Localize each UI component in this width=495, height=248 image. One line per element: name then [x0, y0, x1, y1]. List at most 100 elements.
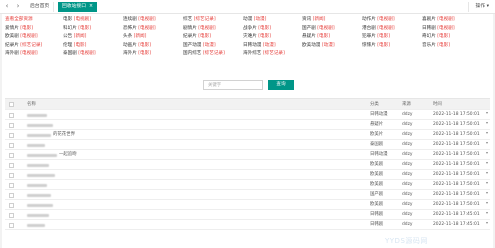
row-category: 悬疑片: [370, 122, 384, 127]
row-checkbox[interactable]: [9, 142, 14, 148]
operations-menu[interactable]: 操作 ▾: [468, 2, 489, 12]
row-time: 2022-11-18 17:50:01: [433, 192, 480, 197]
category-link[interactable]: 泰国剧 [电视剧]: [63, 50, 96, 59]
chevron-down-icon[interactable]: ▾: [486, 130, 488, 135]
chevron-down-icon[interactable]: ▾: [486, 150, 488, 155]
category-link[interactable]: 恐怖片 [电视剧]: [123, 25, 156, 34]
category-link[interactable]: 纪录片 [综艺记录]: [5, 42, 42, 51]
row-source: ddzy: [402, 112, 413, 117]
category-link[interactable]: 综艺 [综艺记录]: [183, 16, 216, 25]
chevron-down-icon[interactable]: ▾: [486, 210, 488, 215]
category-grid: 查看全部资源 电影 [电视剧] 连续剧 [电视剧] 综艺 [综艺记录] 动漫 [动漫] 资…: [5, 16, 493, 59]
category-link[interactable]: 国产剧 [电视剧]: [302, 25, 335, 34]
chevron-down-icon[interactable]: ▾: [486, 220, 488, 225]
select-all-checkbox[interactable]: [9, 102, 14, 107]
chevron-left-icon[interactable]: ‹: [2, 0, 12, 14]
category-link[interactable]: 头条 [新闻]: [123, 33, 146, 42]
category-link[interactable]: 音乐片 [电影]: [422, 42, 450, 51]
category-link[interactable]: 海外综艺 [综艺记录]: [243, 50, 285, 59]
row-checkbox[interactable]: [9, 122, 14, 128]
row-checkbox[interactable]: [9, 192, 14, 198]
chevron-down-icon[interactable]: ▾: [486, 180, 488, 185]
table-row[interactable]: 日韩动漫 ddzy 2022-11-18 17:50:01 ▾: [5, 110, 490, 120]
category-link[interactable]: 纪录片 [电影]: [183, 33, 211, 42]
category-link[interactable]: 惊悚片 [电影]: [362, 42, 390, 51]
table-row[interactable]: 泰国剧 ddzy 2022-11-18 17:50:01 ▾: [5, 140, 490, 150]
row-time: 2022-11-18 17:45:01: [433, 222, 480, 227]
category-link[interactable]: 资讯 [新闻]: [302, 16, 325, 25]
row-checkbox[interactable]: [9, 112, 14, 118]
row-checkbox[interactable]: [9, 202, 14, 208]
row-checkbox[interactable]: [9, 132, 14, 138]
category-link[interactable]: 奇幻片 [电影]: [422, 33, 450, 42]
tab-home[interactable]: 后台首页: [26, 2, 55, 12]
category-link[interactable]: 查看全部资源: [5, 16, 33, 25]
chevron-down-icon[interactable]: ▾: [486, 120, 488, 125]
row-checkbox[interactable]: [9, 162, 14, 168]
table-row[interactable]: 日韩剧 ddzy 2022-11-18 17:45:01 ▾: [5, 210, 490, 220]
row-time: 2022-11-18 17:50:01: [433, 182, 480, 187]
category-link[interactable]: 日韩剧 [电视剧]: [422, 25, 455, 34]
category-link[interactable]: 伦理 [电影]: [63, 42, 86, 51]
category-link[interactable]: 欧美剧 [电视剧]: [5, 33, 38, 42]
table-row[interactable]: 的花花世界 欧美片 ddzy 2022-11-18 17:50:01 ▾: [5, 130, 490, 140]
category-link[interactable]: 电影 [电视剧]: [63, 16, 91, 25]
table-row[interactable]: 欧美剧 ddzy 2022-11-18 17:50:01 ▾: [5, 160, 490, 170]
category-link[interactable]: 喜剧片 [电视剧]: [422, 16, 455, 25]
chevron-down-icon[interactable]: ▾: [486, 140, 488, 145]
category-link[interactable]: 爱情片 [电影]: [5, 25, 33, 34]
column-time[interactable]: 时间: [433, 99, 442, 110]
category-link[interactable]: 灾难片 [电影]: [243, 33, 271, 42]
category-link[interactable]: 犯罪片 [电影]: [362, 33, 390, 42]
category-link[interactable]: 公告 [新闻]: [63, 33, 86, 42]
column-source[interactable]: 来源: [402, 99, 411, 110]
row-checkbox[interactable]: [9, 182, 14, 188]
table-row[interactable]: 悬疑片 ddzy 2022-11-18 17:50:01 ▾: [5, 120, 490, 130]
close-icon[interactable]: ×: [89, 4, 93, 9]
column-name[interactable]: 名称: [27, 99, 36, 110]
category-link[interactable]: 剧情片 [电视剧]: [183, 25, 216, 34]
row-checkbox[interactable]: [9, 222, 14, 228]
row-checkbox[interactable]: [9, 152, 14, 158]
table-row[interactable]: 国产剧 ddzy 2022-11-18 17:50:01 ▾: [5, 190, 490, 200]
table-row[interactable]: 欧美剧 ddzy 2022-11-18 17:50:01 ▾: [5, 200, 490, 210]
table-row[interactable]: 欧美剧 ddzy 2022-11-18 17:50:01 ▾: [5, 170, 490, 180]
chevron-down-icon[interactable]: ▾: [486, 200, 488, 205]
chevron-right-icon[interactable]: ›: [13, 0, 23, 14]
row-checkbox[interactable]: [9, 212, 14, 218]
category-link[interactable]: 悬疑片 [电影]: [302, 33, 330, 42]
chevron-down-icon[interactable]: ▾: [486, 190, 488, 195]
search-button[interactable]: 查询: [268, 80, 294, 90]
category-link[interactable]: 国内综艺 [综艺记录]: [183, 50, 225, 59]
category-link[interactable]: 动画片 [电影]: [123, 42, 151, 51]
category-link[interactable]: 欧美动漫 [动漫]: [302, 42, 335, 51]
row-checkbox[interactable]: [9, 172, 14, 178]
category-row: 爱情片 [电影] 科幻片 [电影] 恐怖片 [电视剧] 剧情片 [电视剧] 战争片 [电…: [5, 25, 493, 34]
row-time: 2022-11-18 17:50:01: [433, 152, 480, 157]
category-link[interactable]: 海外片 [电影]: [123, 50, 151, 59]
category-link[interactable]: 动漫 [动漫]: [243, 16, 266, 25]
category-link[interactable]: 日韩动漫 [动漫]: [243, 42, 276, 51]
row-time: 2022-11-18 17:50:01: [433, 112, 480, 117]
tab-recycle-api[interactable]: 回收站接口 ×: [58, 2, 98, 12]
category-link[interactable]: 动作片 [电视剧]: [362, 16, 395, 25]
category-link[interactable]: 国产动漫 [动漫]: [183, 42, 216, 51]
table-row[interactable]: 日韩剧 ddzy 2022-11-18 17:45:01 ▾: [5, 220, 490, 230]
category-link[interactable]: 港台剧 [电视剧]: [362, 25, 395, 34]
category-link[interactable]: 连续剧 [电视剧]: [123, 16, 156, 25]
table-row[interactable]: 欧美剧 ddzy 2022-11-18 17:50:01 ▾: [5, 180, 490, 190]
redacted-title: [27, 153, 57, 157]
category-row: 纪录片 [综艺记录] 伦理 [电影] 动画片 [电影] 国产动漫 [动漫] 日韩动漫 […: [5, 42, 493, 51]
chevron-down-icon[interactable]: ▾: [486, 160, 488, 165]
category-link[interactable]: 科幻片 [电影]: [63, 25, 91, 34]
search-input[interactable]: [203, 80, 263, 90]
table-row[interactable]: 一起追吻 日韩动漫 ddzy 2022-11-18 17:50:01 ▾: [5, 150, 490, 160]
chevron-down-icon[interactable]: ▾: [486, 170, 488, 175]
category-link[interactable]: 海外剧 [电视剧]: [5, 50, 38, 59]
category-row: 海外剧 [电视剧] 泰国剧 [电视剧] 海外片 [电影] 国内综艺 [综艺记录] 海外综…: [5, 50, 493, 59]
category-link[interactable]: 战争片 [电影]: [243, 25, 271, 34]
row-source: ddzy: [402, 162, 413, 167]
row-category: 日韩动漫: [370, 152, 388, 157]
chevron-down-icon[interactable]: ▾: [486, 110, 488, 115]
column-category[interactable]: 分类: [370, 99, 379, 110]
